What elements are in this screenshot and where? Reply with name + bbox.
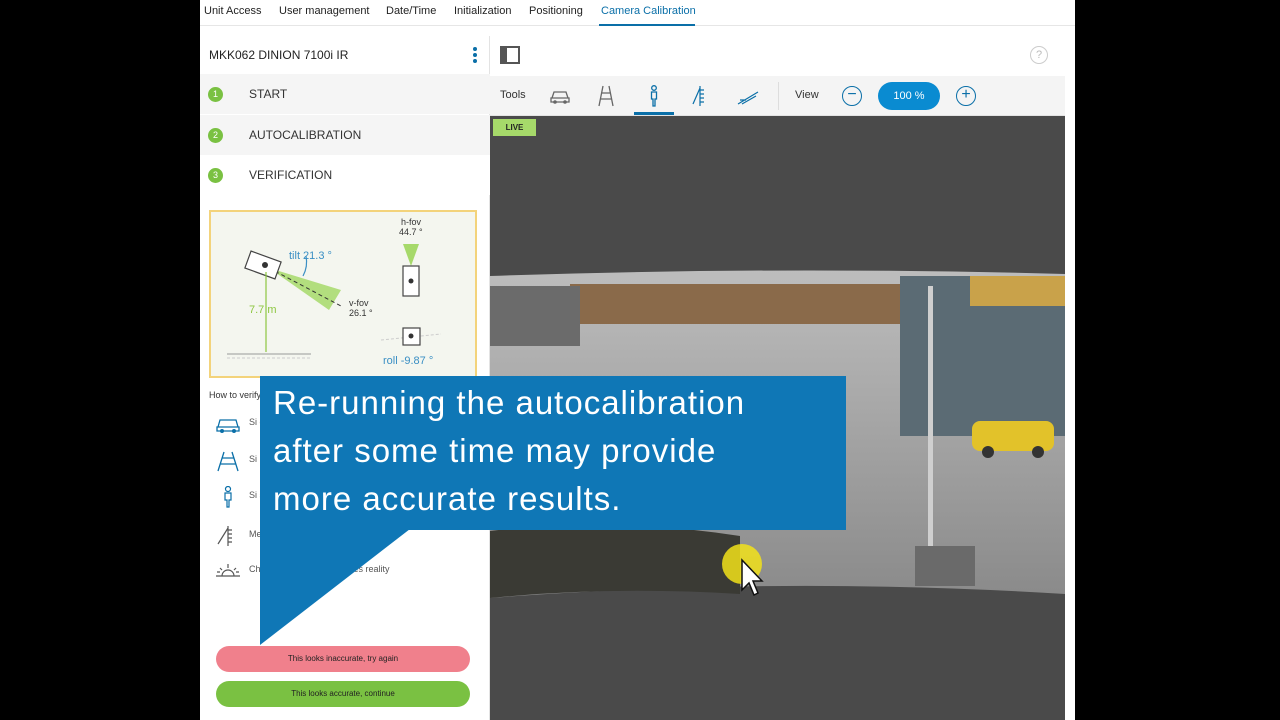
calibration-diagram: tilt 21.3 ° 7.7 m v-fov 26.1 ° h-fov 44.… <box>209 210 477 378</box>
tab-camera-calibration[interactable]: Camera Calibration <box>601 5 696 17</box>
step-verification[interactable]: 3 VERIFICATION <box>200 155 490 195</box>
car-icon <box>216 419 240 433</box>
tab-unit-access[interactable]: Unit Access <box>204 5 261 17</box>
car-tool-icon[interactable] <box>548 84 572 108</box>
inaccurate-retry-button[interactable]: This looks inaccurate, try again <box>216 646 470 672</box>
ruler-icon <box>217 526 232 546</box>
calibration-diagram-graphic <box>227 244 442 359</box>
horizon-tool-icon[interactable] <box>736 84 760 108</box>
roll-label: roll -9.87 ° <box>383 355 434 367</box>
help-icon[interactable]: ? <box>1030 46 1048 64</box>
hfov-label: h-fov <box>401 217 422 227</box>
caption-line: Re-running the autocalibration <box>273 384 746 421</box>
tab-date-time[interactable]: Date/Time <box>386 5 436 17</box>
step-start[interactable]: 1 START <box>200 74 490 114</box>
active-tool-indicator <box>634 112 674 115</box>
step-number: 2 <box>208 128 223 143</box>
live-badge: LIVE <box>493 119 536 136</box>
tools-label: Tools <box>500 89 526 101</box>
road-tool-icon[interactable] <box>594 84 618 108</box>
view-label: View <box>795 89 819 101</box>
panel-toggle-icon[interactable] <box>500 46 520 64</box>
caption-tail <box>260 529 410 645</box>
tab-initialization[interactable]: Initialization <box>454 5 511 17</box>
step-autocalibration[interactable]: 2 AUTOCALIBRATION <box>200 115 490 155</box>
step-label: START <box>249 87 288 101</box>
road-icon <box>217 451 239 472</box>
zoom-out-icon[interactable]: − <box>842 86 862 106</box>
hfov-value: 44.7 ° <box>399 227 423 237</box>
vfov-value: 26.1 ° <box>349 308 373 318</box>
tools-toolbar: Tools View − 100 % + <box>490 76 1065 116</box>
caption-overlay: Re-running the autocalibration after som… <box>260 376 846 530</box>
more-options-icon[interactable] <box>470 46 480 66</box>
how-to-verify-heading: How to verify <box>209 390 262 400</box>
vfov-label: v-fov <box>349 298 369 308</box>
step-label: AUTOCALIBRATION <box>249 128 362 142</box>
step-number: 1 <box>208 87 223 102</box>
tab-user-management[interactable]: User management <box>279 5 370 17</box>
tab-positioning[interactable]: Positioning <box>529 5 583 17</box>
tilt-label: tilt 21.3 ° <box>289 250 332 262</box>
caption-line: after some time may provide <box>273 432 717 469</box>
toolbar-separator <box>778 82 779 110</box>
step-number: 3 <box>208 168 223 183</box>
height-label: 7.7 m <box>249 304 277 316</box>
accurate-continue-button[interactable]: This looks accurate, continue <box>216 681 470 707</box>
zoom-in-icon[interactable]: + <box>956 86 976 106</box>
active-tab-indicator <box>599 24 695 26</box>
horizon-icon <box>216 564 240 577</box>
person-tool-icon[interactable] <box>642 84 666 108</box>
ruler-tool-icon[interactable] <box>688 84 712 108</box>
top-nav: Unit Access User management Date/Time In… <box>200 0 1075 26</box>
zoom-level[interactable]: 100 % <box>878 82 940 110</box>
caption-line: more accurate results. <box>273 480 622 517</box>
device-title: MKK062 DINION 7100i IR <box>209 48 349 62</box>
mouse-cursor-icon <box>722 544 764 597</box>
person-icon <box>224 486 232 508</box>
step-label: VERIFICATION <box>249 168 333 182</box>
